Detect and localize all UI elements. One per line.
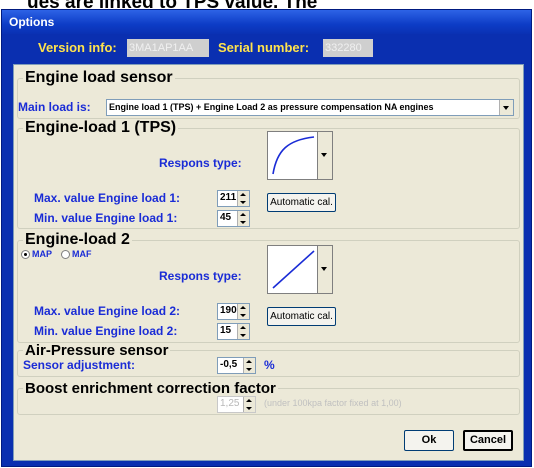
min-engine-load-1-spinner[interactable]: 45	[217, 210, 250, 227]
options-window: Options Version info: 3MA1AP1AA Serial n…	[1, 9, 532, 467]
main-load-label: Main load is:	[18, 100, 91, 114]
engine-load-sensor-title: Engine load sensor	[25, 69, 173, 86]
automatic-cal-2-button[interactable]: Automatic cal.	[267, 307, 336, 326]
respons-type-1-dropdown[interactable]	[318, 131, 333, 180]
max-engine-load-2-value: 190	[220, 305, 237, 316]
boost-title: Boost enrichment correction factor	[25, 380, 276, 397]
title-bar[interactable]: Options	[2, 10, 531, 34]
max-engine-load-1-label: Max. value Engine load 1:	[34, 191, 181, 205]
log-curve-icon	[267, 131, 318, 180]
options-panel: Engine load sensor Main load is: Engine …	[13, 64, 524, 461]
min-engine-load-2-spinner[interactable]: 15	[217, 323, 250, 340]
boost-note: (under 100kpa factor fixed at 1,00)	[264, 398, 402, 408]
serial-number-label: Serial number:	[218, 40, 310, 55]
linear-curve-icon	[267, 245, 318, 294]
serial-number-value: 332280	[323, 39, 373, 57]
spinner-arrows-icon[interactable]	[237, 324, 249, 339]
respons-type-1-label: Respons type:	[159, 156, 242, 170]
max-engine-load-2-spinner[interactable]: 190	[217, 303, 250, 320]
min-engine-load-1-value: 45	[220, 212, 232, 223]
map-radio-label: MAP	[32, 249, 52, 259]
main-load-value: Engine load 1 (TPS) + Engine Load 2 as p…	[109, 102, 434, 112]
max-engine-load-1-spinner[interactable]: 211	[217, 190, 250, 207]
respons-type-2-label: Respons type:	[159, 269, 242, 283]
map-radio[interactable]	[21, 250, 30, 259]
engine-load-2-title: Engine-load 2	[25, 231, 130, 248]
air-pressure-title: Air-Pressure sensor	[25, 342, 169, 359]
boost-factor-value: 1,25	[220, 398, 240, 409]
automatic-cal-1-button[interactable]: Automatic cal.	[267, 193, 336, 212]
percent-unit: %	[264, 358, 275, 372]
window-title: Options	[9, 15, 55, 29]
chevron-down-icon[interactable]	[499, 100, 513, 115]
engine-load-1-title: Engine-load 1 (TPS)	[25, 119, 177, 136]
spinner-arrows-icon[interactable]	[237, 191, 249, 206]
cancel-button[interactable]: Cancel	[463, 430, 513, 451]
maf-radio[interactable]	[61, 250, 70, 259]
spinner-arrows-icon[interactable]	[243, 397, 255, 412]
spinner-arrows-icon[interactable]	[237, 211, 249, 226]
sensor-adjustment-label: Sensor adjustment:	[23, 358, 136, 372]
spinner-arrows-icon[interactable]	[243, 358, 255, 373]
max-engine-load-2-label: Max. value Engine load 2:	[34, 304, 181, 318]
sensor-adjustment-value: -0,5	[220, 359, 238, 370]
main-load-select[interactable]: Engine load 1 (TPS) + Engine Load 2 as p…	[106, 99, 514, 116]
min-engine-load-1-label: Min. value Engine load 1:	[34, 211, 178, 225]
sensor-adjustment-spinner[interactable]: -0,5	[217, 357, 256, 374]
ok-button[interactable]: Ok	[404, 430, 454, 451]
spinner-arrows-icon[interactable]	[237, 304, 249, 319]
maf-radio-label: MAF	[72, 249, 92, 259]
max-engine-load-1-value: 211	[220, 192, 237, 203]
version-info-value: 3MA1AP1AA	[127, 39, 209, 57]
min-engine-load-2-value: 15	[220, 325, 232, 336]
boost-factor-spinner[interactable]: 1,25	[217, 396, 256, 413]
version-info-label: Version info:	[38, 40, 117, 55]
respons-type-2-dropdown[interactable]	[318, 245, 333, 294]
min-engine-load-2-label: Min. value Engine load 2:	[34, 324, 178, 338]
